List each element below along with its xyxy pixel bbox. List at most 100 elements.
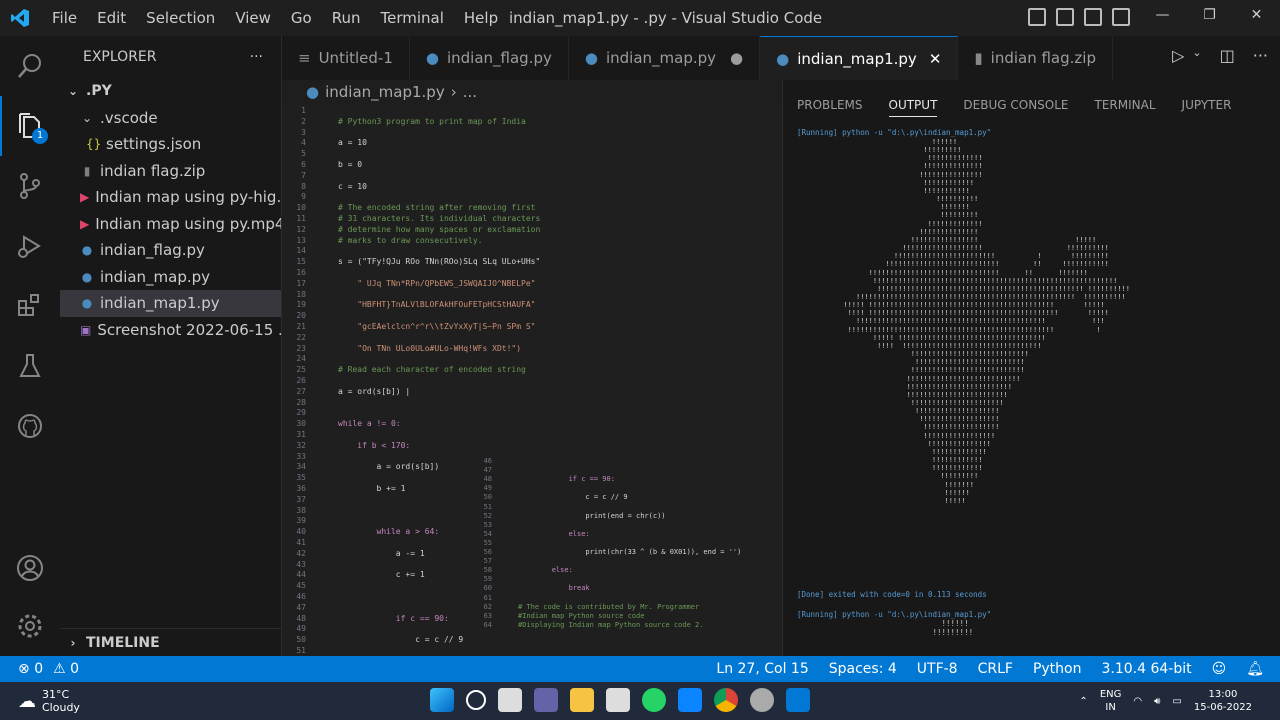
testing-icon[interactable] [0, 336, 60, 396]
source-control-icon[interactable] [0, 156, 60, 216]
breadcrumb-rest[interactable]: ... [463, 83, 477, 101]
menu-help[interactable]: Help [464, 9, 498, 27]
whatsapp-icon[interactable] [642, 688, 666, 712]
close-tab-icon[interactable]: ✕ [929, 50, 942, 68]
python-icon: ● [81, 269, 93, 284]
eol[interactable]: CRLF [978, 661, 1013, 677]
github-icon[interactable] [0, 396, 60, 456]
run-python-icon[interactable]: ▷ [1172, 46, 1184, 65]
chrome-icon[interactable] [714, 688, 738, 712]
output-line: !!!!!!!!!!!!!!!!!! [797, 423, 1000, 432]
warnings-status[interactable]: ⚠ 0 [53, 661, 79, 677]
notifications-icon[interactable]: 🔔︎ [1246, 661, 1264, 677]
tree-item[interactable]: ▮ indian flag.zip [60, 158, 281, 185]
tree-item[interactable]: ● indian_flag.py [60, 237, 281, 264]
tree-item[interactable]: ▶ Indian map using py.mp4 [60, 211, 281, 238]
battery-icon[interactable]: ▭ [1172, 695, 1181, 708]
settings-icon[interactable] [750, 688, 774, 712]
mail-icon[interactable] [678, 688, 702, 712]
store-icon[interactable] [606, 688, 630, 712]
timeline-section[interactable]: › TIMELINE [60, 628, 282, 656]
chat-icon[interactable] [534, 688, 558, 712]
output-line: !!!!!!!!!!!!!!!!!!! !!!!!!!!!! [797, 244, 1109, 253]
toggle-panel-icon[interactable] [1056, 8, 1074, 26]
menu-selection[interactable]: Selection [146, 9, 215, 27]
task-view-icon[interactable] [498, 688, 522, 712]
output-line: !!!!!!!!!!!!!!!!!!!!!!!!!!!!!!!!!!!!!!!!… [797, 276, 1118, 285]
language-indicator[interactable]: ENG IN [1100, 688, 1122, 714]
tab-untitled-1[interactable]: ≡ Untitled-1 [282, 36, 410, 80]
wifi-icon[interactable]: ◠ [1133, 695, 1142, 708]
tray-overflow-icon[interactable]: ⌃ [1079, 695, 1087, 708]
line-number: 28 [296, 397, 306, 407]
settings-gear-icon[interactable] [0, 596, 60, 656]
indentation[interactable]: Spaces: 4 [829, 661, 897, 677]
tree-item[interactable]: {} settings.json [60, 131, 281, 158]
panel-tab-output[interactable]: OUTPUT [888, 98, 938, 117]
language-mode[interactable]: Python [1033, 661, 1082, 677]
code-line: a = ord(s[b]) | [338, 386, 411, 396]
encoding[interactable]: UTF-8 [917, 661, 958, 677]
explorer-more-button[interactable]: ··· [250, 49, 263, 65]
minimize-icon[interactable]: — [1139, 0, 1186, 30]
customize-layout-icon[interactable] [1112, 8, 1130, 26]
clock[interactable]: 13:00 15-06-2022 [1194, 688, 1252, 714]
vscode-taskbar-icon[interactable] [786, 688, 810, 712]
interpreter[interactable]: 3.10.4 64-bit [1101, 661, 1191, 677]
code-line: " UJq TNn*RPn/QPbEWS_JSWQAIJO^NBELPe" [338, 278, 536, 288]
line-number: 15 [296, 257, 306, 267]
output-line: !!!!!!!!!!! [797, 186, 970, 195]
run-debug-icon[interactable] [0, 216, 60, 276]
errors-status[interactable]: ⊗ 0 [18, 661, 43, 677]
tab-indian-map1-py[interactable]: ● indian_map1.py ✕ [760, 36, 959, 80]
tree-item[interactable]: ● indian_map1.py [60, 290, 281, 317]
weather-widget[interactable]: ☁ 31°C Cloudy [0, 688, 80, 714]
toggle-sidebar-icon[interactable] [1028, 8, 1046, 26]
more-actions-icon[interactable]: ··· [1253, 46, 1268, 65]
code-line: a = 10 [338, 138, 367, 148]
tab-indian-flag-zip[interactable]: ▮ indian flag.zip [958, 36, 1113, 80]
menu-view[interactable]: View [235, 9, 271, 27]
tree-item[interactable]: ▣ Screenshot 2022-06-15 ... [60, 317, 281, 344]
volume-icon[interactable]: 🔊︎ [1154, 695, 1160, 708]
chevron-down-icon[interactable]: ⌄ [1192, 46, 1201, 65]
folder-root[interactable]: ⌄ .PY [60, 78, 281, 105]
feedback-icon[interactable]: ☺ [1212, 661, 1227, 677]
panel-tab-problems[interactable]: PROBLEMS [797, 98, 863, 112]
close-icon[interactable]: ✕ [1233, 0, 1280, 30]
search-icon[interactable] [0, 36, 60, 96]
split-editor-icon[interactable]: ◫ [1220, 46, 1235, 65]
file-explorer-icon[interactable] [570, 688, 594, 712]
panel-tab-jupyter[interactable]: JUPYTER [1182, 98, 1232, 112]
line-number: 7 [301, 170, 306, 180]
cursor-position[interactable]: Ln 27, Col 15 [716, 661, 808, 677]
explorer-icon[interactable]: 1 [0, 96, 60, 156]
accounts-icon[interactable] [0, 538, 60, 598]
output-view[interactable]: [Running] python -u "d:\.py\indian_map1.… [797, 128, 1267, 648]
tree-item[interactable]: ▶ Indian map using py-hig... [60, 184, 281, 211]
folder-root-label: .PY [86, 83, 112, 100]
tree-item-label: settings.json [106, 135, 202, 154]
output-line: !!!!! !!!!!!!!!!!!!!!!!!!!!!!!!!!!!!!!!!… [797, 333, 1046, 342]
tree-item[interactable]: ⌄ .vscode [60, 105, 281, 132]
start-icon[interactable] [430, 688, 454, 712]
line-number: 40 [296, 527, 306, 537]
breadcrumb-file[interactable]: indian_map1.py [325, 83, 445, 101]
modified-dot-icon[interactable]: ● [730, 49, 743, 67]
tab-indian-flag-py[interactable]: ● indian_flag.py [410, 36, 569, 80]
restore-icon[interactable]: ❐ [1186, 0, 1233, 30]
toggle-secondary-sidebar-icon[interactable] [1084, 8, 1102, 26]
tab-indian-map-py[interactable]: ● indian_map.py ● [569, 36, 761, 80]
menu-run[interactable]: Run [332, 9, 361, 27]
menu-file[interactable]: File [52, 9, 77, 27]
panel-tab-terminal[interactable]: TERMINAL [1095, 98, 1156, 112]
tree-item[interactable]: ● indian_map.py [60, 264, 281, 291]
panel-tab-debug-console[interactable]: DEBUG CONSOLE [963, 98, 1068, 112]
extensions-icon[interactable] [0, 276, 60, 336]
menu-go[interactable]: Go [291, 9, 312, 27]
menu-terminal[interactable]: Terminal [381, 9, 444, 27]
date: 15-06-2022 [1193, 702, 1252, 713]
search-icon[interactable] [466, 690, 486, 710]
menu-edit[interactable]: Edit [97, 9, 126, 27]
code-peek-overlay[interactable]: 46 47 48 if c == 90: 49 50 c = c // 9 51 52 pr… [482, 455, 782, 655]
